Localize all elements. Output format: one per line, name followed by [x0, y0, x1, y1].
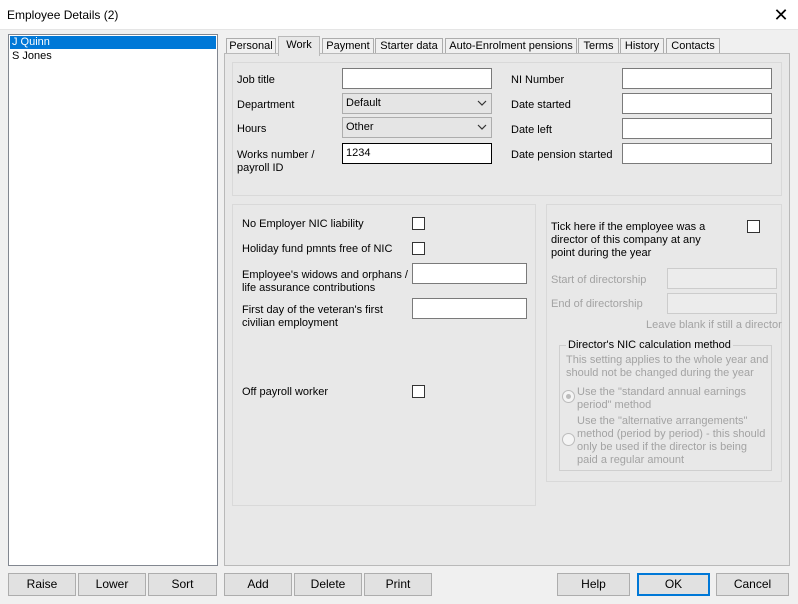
director-tick-label-line2: director of this company at any	[551, 234, 701, 246]
method-note-line2: should not be changed during the year	[566, 367, 754, 379]
ni-number-label: NI Number	[511, 74, 565, 86]
nic-method-legend: Director's NIC calculation method	[566, 339, 733, 352]
works-number-label-line2: payroll ID	[237, 162, 284, 174]
hours-label: Hours	[237, 123, 267, 135]
works-number-field[interactable]: 1234	[342, 143, 492, 164]
add-button[interactable]: Add	[224, 573, 292, 596]
ni-number-field[interactable]	[622, 68, 772, 89]
veteran-label: First day of the veteran's first	[242, 304, 383, 316]
help-button[interactable]: Help	[557, 573, 630, 596]
alternative-method-label-line3: only be used if the director is being	[577, 441, 747, 453]
director-tick-label-line3: point during the year	[551, 247, 652, 259]
date-pension-started-field[interactable]	[622, 143, 772, 164]
end-directorship-field[interactable]	[667, 293, 777, 314]
alternative-method-label-line4: paid a regular amount	[577, 454, 685, 466]
print-button[interactable]: Print	[364, 573, 432, 596]
hours-select[interactable]: Other	[342, 117, 492, 138]
chevron-down-icon	[477, 124, 487, 130]
alternative-method-label-line2: method (period by period) - this should	[577, 428, 766, 440]
no-employer-nic-checkbox[interactable]	[412, 217, 425, 230]
off-payroll-checkbox[interactable]	[412, 385, 425, 398]
standard-method-radio[interactable]	[562, 390, 575, 403]
off-payroll-label: Off payroll worker	[242, 386, 328, 398]
date-pension-started-label: Date pension started	[511, 149, 613, 161]
standard-method-label-line2: period" method	[577, 399, 652, 411]
job-title-label: Job title	[237, 74, 275, 86]
veteran-date-field[interactable]	[412, 298, 527, 319]
window-title: Employee Details (2)	[7, 8, 119, 22]
method-note: This setting applies to the whole year a…	[566, 354, 769, 366]
no-employer-nic-label: No Employer NIC liability	[242, 218, 364, 230]
date-left-label: Date left	[511, 124, 552, 136]
holiday-fund-checkbox[interactable]	[412, 242, 425, 255]
director-checkbox[interactable]	[747, 220, 760, 233]
sort-button[interactable]: Sort	[148, 573, 217, 596]
lower-button[interactable]: Lower	[78, 573, 146, 596]
department-value: Default	[346, 97, 381, 109]
date-started-field[interactable]	[622, 93, 772, 114]
department-select[interactable]: Default	[342, 93, 492, 114]
title-bar: Employee Details (2) ✕	[0, 0, 798, 30]
leave-blank-note: Leave blank if still a director	[646, 319, 782, 331]
raise-button[interactable]: Raise	[8, 573, 76, 596]
employee-list-item[interactable]: J Quinn	[10, 36, 216, 49]
cancel-button[interactable]: Cancel	[716, 573, 789, 596]
widows-orphans-label: Employee's widows and orphans /	[242, 269, 408, 281]
holiday-fund-label: Holiday fund pmnts free of NIC	[242, 243, 393, 255]
job-title-field[interactable]	[342, 68, 492, 89]
widows-orphans-label-line2: life assurance contributions	[242, 282, 376, 294]
department-label: Department	[237, 99, 295, 111]
widows-orphans-field[interactable]	[412, 263, 527, 284]
employee-list-item[interactable]: S Jones	[10, 50, 216, 63]
alternative-method-label: Use the "alternative arrangements"	[577, 415, 748, 427]
end-directorship-label: End of directorship	[551, 298, 643, 310]
close-icon[interactable]: ✕	[770, 4, 792, 26]
date-started-label: Date started	[511, 99, 571, 111]
employee-list[interactable]: J Quinn S Jones	[8, 34, 218, 566]
director-tick-label: Tick here if the employee was a	[551, 221, 706, 233]
start-directorship-label: Start of directorship	[551, 274, 647, 286]
tab-work[interactable]: Work	[278, 36, 320, 56]
delete-button[interactable]: Delete	[294, 573, 362, 596]
alternative-method-radio[interactable]	[562, 433, 575, 446]
works-number-label: Works number /	[237, 149, 315, 161]
chevron-down-icon	[477, 100, 487, 106]
hours-value: Other	[346, 121, 374, 133]
start-directorship-field[interactable]	[667, 268, 777, 289]
veteran-label-line2: civilian employment	[242, 317, 338, 329]
date-left-field[interactable]	[622, 118, 772, 139]
standard-method-label: Use the "standard annual earnings	[577, 386, 747, 398]
ok-button[interactable]: OK	[637, 573, 710, 596]
